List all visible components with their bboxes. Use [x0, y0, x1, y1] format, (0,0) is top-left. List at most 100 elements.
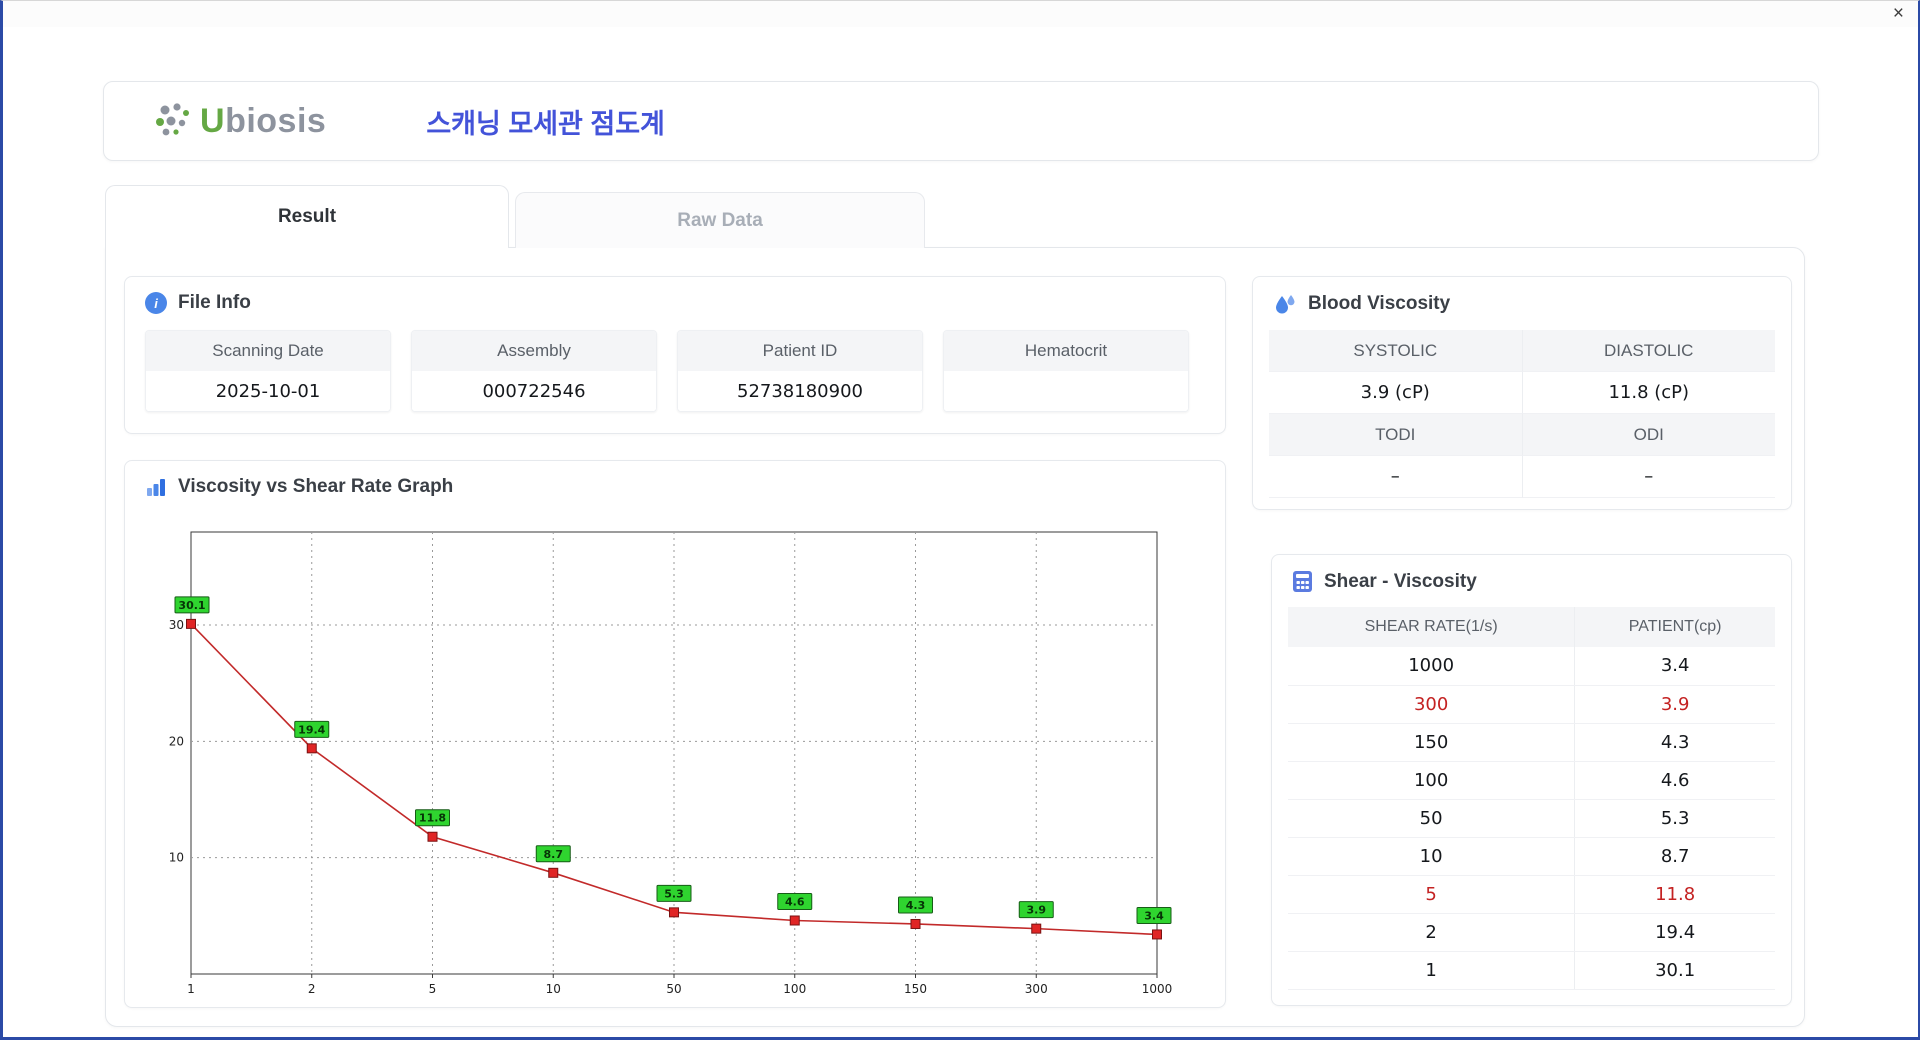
shear-rate-cell: 10 [1288, 837, 1575, 875]
logo-text: Ubiosis [200, 102, 326, 141]
svg-text:11.8: 11.8 [419, 812, 446, 825]
tab-raw-data[interactable]: Raw Data [515, 192, 925, 248]
shear-table-row: 511.8 [1288, 875, 1775, 913]
panel-title-text: Viscosity vs Shear Rate Graph [178, 476, 453, 498]
page: Ubiosis 스캐닝 모세관 점도계 Result Raw Data File… [3, 27, 1918, 1037]
shear-rate-cell: 100 [1288, 761, 1575, 799]
file-info-panel-title: File Info [125, 277, 1225, 326]
bv-value: 11.8 (cP) [1522, 372, 1776, 414]
graph-panel: Viscosity vs Shear Rate Graph 10 20 30 1 2 5 1… [124, 460, 1226, 1008]
svg-text:4.6: 4.6 [785, 895, 805, 908]
shear-column-header: SHEAR RATE(1/s) [1288, 607, 1575, 647]
svg-text:1000: 1000 [1142, 982, 1173, 996]
blood-viscosity-grid: SYSTOLICDIASTOLIC3.9 (cP)11.8 (cP)TODIOD… [1253, 328, 1791, 498]
bv-header-row: TODIODI [1269, 414, 1775, 456]
patient-viscosity-cell: 8.7 [1575, 837, 1775, 875]
bv-value: 3.9 (cP) [1269, 372, 1522, 414]
field-label: Hematocrit [944, 331, 1188, 371]
patient-viscosity-cell: 5.3 [1575, 799, 1775, 837]
file-info-field: Hematocrit [943, 330, 1189, 412]
panel-title-text: Shear - Viscosity [1324, 571, 1477, 593]
shear-rate-cell: 2 [1288, 913, 1575, 951]
shear-table-row: 130.1 [1288, 951, 1775, 989]
bar-chart-icon [145, 476, 167, 498]
svg-text:30.1: 30.1 [178, 599, 205, 612]
shear-viscosity-panel-title: Shear - Viscosity [1272, 555, 1791, 605]
bv-value: – [1522, 456, 1776, 498]
svg-text:10: 10 [546, 982, 561, 996]
patient-viscosity-cell: 11.8 [1575, 875, 1775, 913]
shear-table-body: 10003.43003.91504.31004.6505.3108.7511.8… [1288, 647, 1775, 989]
patient-viscosity-cell: 3.4 [1575, 647, 1775, 685]
svg-text:19.4: 19.4 [298, 723, 325, 736]
file-info-fields: Scanning Date2025-10-01 Assembly000722546… [125, 326, 1225, 412]
file-info-panel: File Info Scanning Date2025-10-01 Assembl… [124, 276, 1226, 434]
field-value: 52738180900 [678, 371, 922, 411]
app-title: 스캐닝 모세관 점도계 [426, 102, 665, 141]
bv-label: DIASTOLIC [1522, 330, 1776, 372]
file-info-field: Assembly000722546 [411, 330, 657, 412]
field-value: 000722546 [412, 371, 656, 411]
bv-label: ODI [1522, 414, 1776, 456]
tab-result[interactable]: Result [105, 185, 509, 248]
logo-text-accent: U [200, 102, 225, 140]
shear-rate-cell: 5 [1288, 875, 1575, 913]
shear-table-row: 3003.9 [1288, 685, 1775, 723]
shear-table-row: 1004.6 [1288, 761, 1775, 799]
field-value [944, 371, 1188, 411]
svg-text:20: 20 [169, 734, 184, 748]
result-content-card: File Info Scanning Date2025-10-01 Assembl… [105, 247, 1805, 1027]
panel-title-text: File Info [178, 292, 251, 314]
bv-value-row: 3.9 (cP)11.8 (cP) [1269, 372, 1775, 414]
svg-text:10: 10 [169, 851, 184, 865]
shear-table-row: 505.3 [1288, 799, 1775, 837]
shear-column-header: PATIENT(cp) [1575, 607, 1775, 647]
shear-table-row: 10003.4 [1288, 647, 1775, 685]
svg-text:100: 100 [783, 982, 806, 996]
svg-text:5.3: 5.3 [664, 887, 684, 900]
patient-viscosity-cell: 4.3 [1575, 723, 1775, 761]
svg-text:50: 50 [666, 982, 681, 996]
logo-text-rest: biosis [225, 102, 326, 140]
header-card: Ubiosis 스캐닝 모세관 점도계 [103, 81, 1819, 161]
field-value: 2025-10-01 [146, 371, 390, 411]
patient-viscosity-cell: 30.1 [1575, 951, 1775, 989]
svg-text:5: 5 [429, 982, 437, 996]
svg-text:300: 300 [1025, 982, 1048, 996]
bv-value: – [1269, 456, 1522, 498]
field-label: Patient ID [678, 331, 922, 371]
shear-rate-cell: 150 [1288, 723, 1575, 761]
shear-table-row: 219.4 [1288, 913, 1775, 951]
field-label: Scanning Date [146, 331, 390, 371]
shear-viscosity-panel: Shear - Viscosity SHEAR RATE(1/s)PATIENT… [1271, 554, 1792, 1006]
close-icon[interactable]: × [1893, 2, 1904, 26]
svg-text:4.3: 4.3 [906, 899, 926, 912]
svg-text:2: 2 [308, 982, 316, 996]
svg-text:3.9: 3.9 [1027, 904, 1047, 917]
patient-viscosity-cell: 3.9 [1575, 685, 1775, 723]
field-label: Assembly [412, 331, 656, 371]
file-info-field: Patient ID52738180900 [677, 330, 923, 412]
shear-table-row: 1504.3 [1288, 723, 1775, 761]
bv-header-row: SYSTOLICDIASTOLIC [1269, 330, 1775, 372]
blood-viscosity-panel-title: Blood Viscosity [1253, 277, 1791, 328]
graph-panel-title: Viscosity vs Shear Rate Graph [125, 461, 1225, 510]
bv-label: SYSTOLIC [1269, 330, 1522, 372]
chart-svg: 1020301251050100150300100030.119.411.88.… [153, 516, 1173, 1008]
svg-text:150: 150 [904, 982, 927, 996]
svg-text:1: 1 [187, 982, 195, 996]
tab-bar: Result Raw Data [105, 185, 925, 248]
shear-viscosity-table: SHEAR RATE(1/s)PATIENT(cp) 10003.43003.9… [1288, 607, 1775, 990]
logo-dots-icon [152, 101, 194, 141]
shear-rate-cell: 50 [1288, 799, 1575, 837]
bv-label: TODI [1269, 414, 1522, 456]
patient-viscosity-cell: 4.6 [1575, 761, 1775, 799]
svg-text:30: 30 [169, 618, 184, 632]
blood-viscosity-panel: Blood Viscosity SYSTOLICDIASTOLIC3.9 (cP… [1252, 276, 1792, 510]
info-icon [145, 292, 167, 314]
titlebar: × [3, 1, 1918, 27]
droplets-icon [1273, 292, 1297, 316]
bv-value-row: –– [1269, 456, 1775, 498]
shear-rate-cell: 1 [1288, 951, 1575, 989]
shear-table-head-row: SHEAR RATE(1/s)PATIENT(cp) [1288, 607, 1775, 647]
